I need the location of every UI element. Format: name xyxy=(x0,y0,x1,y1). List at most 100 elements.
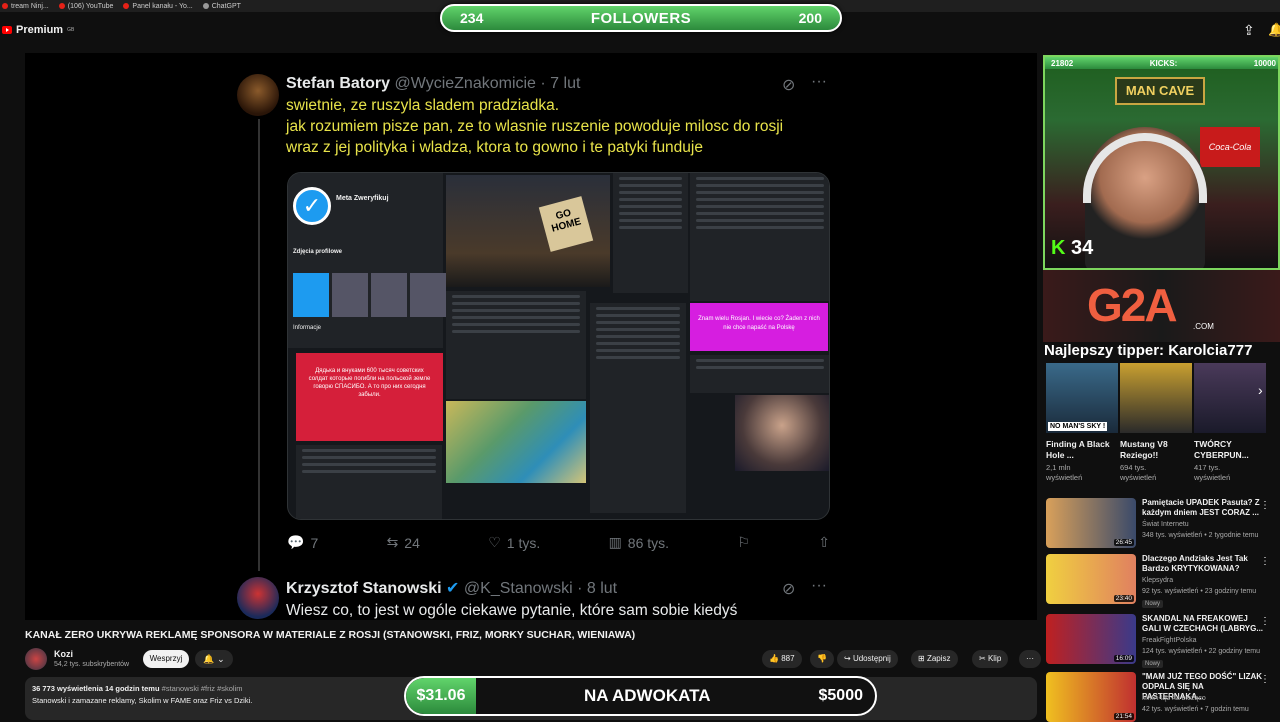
grok-icon: ⊘ xyxy=(782,77,796,94)
youtube-logo[interactable]: Premium GB xyxy=(2,24,74,36)
donation-label: NA ADWOKATA xyxy=(583,686,711,705)
video-thumbnail: 21:54 xyxy=(1046,672,1136,722)
bookmark-button[interactable]: ⚐ xyxy=(737,534,750,551)
media-screenshot xyxy=(446,291,586,399)
side-video[interactable]: 23:40 Dlaczego Andziaks Jest Tak Bardzo … xyxy=(1046,554,1276,608)
more-vert-icon[interactable]: ⋮ xyxy=(1260,616,1270,627)
kick-count: 34 xyxy=(1071,237,1094,259)
media-thumbs xyxy=(293,273,446,317)
views-button[interactable]: ▥ 86 tys. xyxy=(609,534,669,551)
recommended-views: 694 tys. xyxy=(1120,463,1147,472)
more-vert-icon[interactable]: ⋮ xyxy=(1260,674,1270,685)
logo-text: Premium xyxy=(16,24,64,36)
video-title: Dlaczego Andziaks Jest Tak Bardzo KRYTYK… xyxy=(1142,554,1248,573)
recommended-thumbnail: NO MAN'S SKY ! xyxy=(1046,363,1118,433)
channel-avatar[interactable] xyxy=(25,648,47,670)
new-badge: Nowy xyxy=(1142,660,1164,668)
youtube-icon xyxy=(123,3,130,9)
reply-count: 7 xyxy=(310,534,319,551)
video-meta: 92 tys. wyświetleń • 23 godziny temu xyxy=(1142,588,1257,595)
tweet-text-line: wraz z jej polityka i wladza, ktora to g… xyxy=(286,139,703,156)
chevron-down-icon: ⌄ xyxy=(217,654,225,664)
video-thumbnail: 16:09 xyxy=(1046,614,1136,664)
g2a-banner: G2A .COM xyxy=(1043,270,1280,342)
region-code: GB xyxy=(67,27,75,33)
share-label: Udostępnij xyxy=(852,654,891,663)
like-button[interactable]: 👍 887 xyxy=(762,650,802,668)
more-vert-icon[interactable]: ⋮ xyxy=(1260,500,1270,511)
bookmark[interactable]: tream Ninj... xyxy=(2,3,49,10)
recommended-views-label: wyświetleń xyxy=(1046,473,1083,482)
side-video[interactable]: 16:09 SKANDAL NA FREAKOWEJ GALI W CZECHA… xyxy=(1046,614,1276,668)
recommended-thumbnail xyxy=(1194,363,1266,433)
bookmark[interactable]: Panel kanału - Yo... xyxy=(123,3,193,10)
tweet-text-line: swietnie, ze ruszyla sladem pradziadka. xyxy=(286,97,560,114)
donation-current: $31.06 xyxy=(406,678,476,714)
bookmark[interactable]: ChatGPT xyxy=(202,3,241,10)
video-thumbnail: 26:45 xyxy=(1046,498,1136,548)
scissors-icon: ✂ xyxy=(979,654,986,663)
retweet-count: 24 xyxy=(404,534,420,551)
clip-button[interactable]: ✂ Klip xyxy=(972,650,1009,668)
bookmark[interactable]: (106) YouTube xyxy=(58,3,113,10)
share-button[interactable]: ⇧ xyxy=(818,534,830,551)
recommended-card[interactable]: TWÓRCY CYBERPUN... 417 tys. wyświetleń xyxy=(1194,363,1266,483)
tweet-text-line: Wiesz co, to jest w ogóle ciekawe pytani… xyxy=(286,602,738,619)
recommended-card[interactable]: Mustang V8 Reziego!! 694 tys. wyświetleń xyxy=(1120,363,1192,483)
media-profile-name: Meta Zweryfikuj xyxy=(336,195,389,202)
recommended-views: 417 tys. xyxy=(1194,463,1221,472)
hashtags[interactable]: #stanowski #friz #skolim xyxy=(162,684,243,693)
g2a-text: G2A xyxy=(1087,279,1178,331)
followers-label: FOLLOWERS xyxy=(590,9,692,27)
youtube-icon xyxy=(58,3,65,9)
media-protest-photo: GO HOME xyxy=(446,175,610,287)
streamer-webcam: 21802 KICKS: 10000 MAN CAVE Coca-Cola K … xyxy=(1043,55,1280,270)
headset-icon xyxy=(1083,133,1207,203)
more-icon: ··· xyxy=(811,577,827,594)
support-button[interactable]: Wesprzyj xyxy=(143,650,189,668)
bell-icon[interactable]: 🔔 xyxy=(1268,22,1280,40)
video-title: Pamiętacie UPADEK Pasuta? Z każdym dniem… xyxy=(1142,498,1260,517)
tweet-media: ✓ Meta Zweryfikuj Zdjęcia profilowe Info… xyxy=(287,172,830,520)
video-meta: 42 tys. wyświetleń • 7 godzin temu xyxy=(1142,706,1249,713)
save-icon: ⊞ xyxy=(918,654,925,663)
chevron-right-icon[interactable]: › xyxy=(1258,382,1272,402)
thumbnail-badge: NO MAN'S SKY ! xyxy=(1048,422,1108,431)
retweet-button[interactable]: ⇆ 24 xyxy=(387,534,420,551)
grok-icon: ⊘ xyxy=(782,581,796,598)
donation-goal-bar: $31.06 NA ADWOKATA $5000 xyxy=(404,676,877,716)
media-screenshot xyxy=(690,173,829,301)
channel-name[interactable]: Kozi xyxy=(54,649,73,659)
save-button[interactable]: ⊞ Zapisz xyxy=(911,650,958,668)
g2a-logo: G2A xyxy=(1087,279,1178,331)
video-title: SKANDAL NA FREAKOWEJ GALI W CZECHACH (LA… xyxy=(1142,614,1264,633)
recommended-views: 2,1 mln xyxy=(1046,463,1071,472)
channel-row: Kozi 54,2 tys. subskrybentów Wesprzyj 🔔 … xyxy=(25,648,1041,672)
side-video[interactable]: 26:45 Pamiętacie UPADEK Pasuta? Z każdym… xyxy=(1046,498,1276,548)
share-button[interactable]: ↪ Udostępnij xyxy=(837,650,898,668)
tweet-avatar xyxy=(237,577,279,619)
side-video[interactable]: 21:54 "MAM JUŻ TEGO DOŚĆ" LIZAK ODPALA S… xyxy=(1046,672,1276,722)
media-screenshot xyxy=(690,355,829,393)
like-button[interactable]: ♡ 1 tys. xyxy=(488,534,540,551)
video-duration: 16:09 xyxy=(1113,655,1134,662)
recommended-card[interactable]: NO MAN'S SKY ! Finding A Black Hole ... … xyxy=(1046,363,1118,483)
notification-button[interactable]: 🔔 ⌄ xyxy=(195,650,233,668)
video-thumbnail: 23:40 xyxy=(1046,554,1136,604)
donation-goal: $5000 xyxy=(818,687,864,704)
media-screenshot xyxy=(590,303,686,513)
media-map xyxy=(446,401,586,483)
save-label: Zapisz xyxy=(926,654,951,663)
more-vert-icon[interactable]: ⋮ xyxy=(1260,556,1270,567)
subscriber-count: 54,2 tys. subskrybentów xyxy=(54,661,130,668)
bookmark-label: tream Ninj... xyxy=(11,2,49,10)
video-player[interactable]: Stefan Batory @WycieZnakomicie · 7 lut s… xyxy=(25,53,1037,620)
more-actions-button[interactable]: ··· xyxy=(1019,650,1041,668)
upload-icon[interactable]: ⇪ xyxy=(1243,22,1257,40)
chatgpt-icon xyxy=(202,3,209,9)
verified-icon: ✓ xyxy=(293,187,331,225)
reply-button[interactable]: 💬 7 xyxy=(287,534,318,551)
tweet-actions: 💬 7 ⇆ 24 ♡ 1 tys. ▥ 86 tys. ⚐ ⇧ xyxy=(287,534,830,551)
dislike-button[interactable]: 👎 xyxy=(810,650,834,668)
verified-badge-icon: ✔ xyxy=(446,580,460,597)
